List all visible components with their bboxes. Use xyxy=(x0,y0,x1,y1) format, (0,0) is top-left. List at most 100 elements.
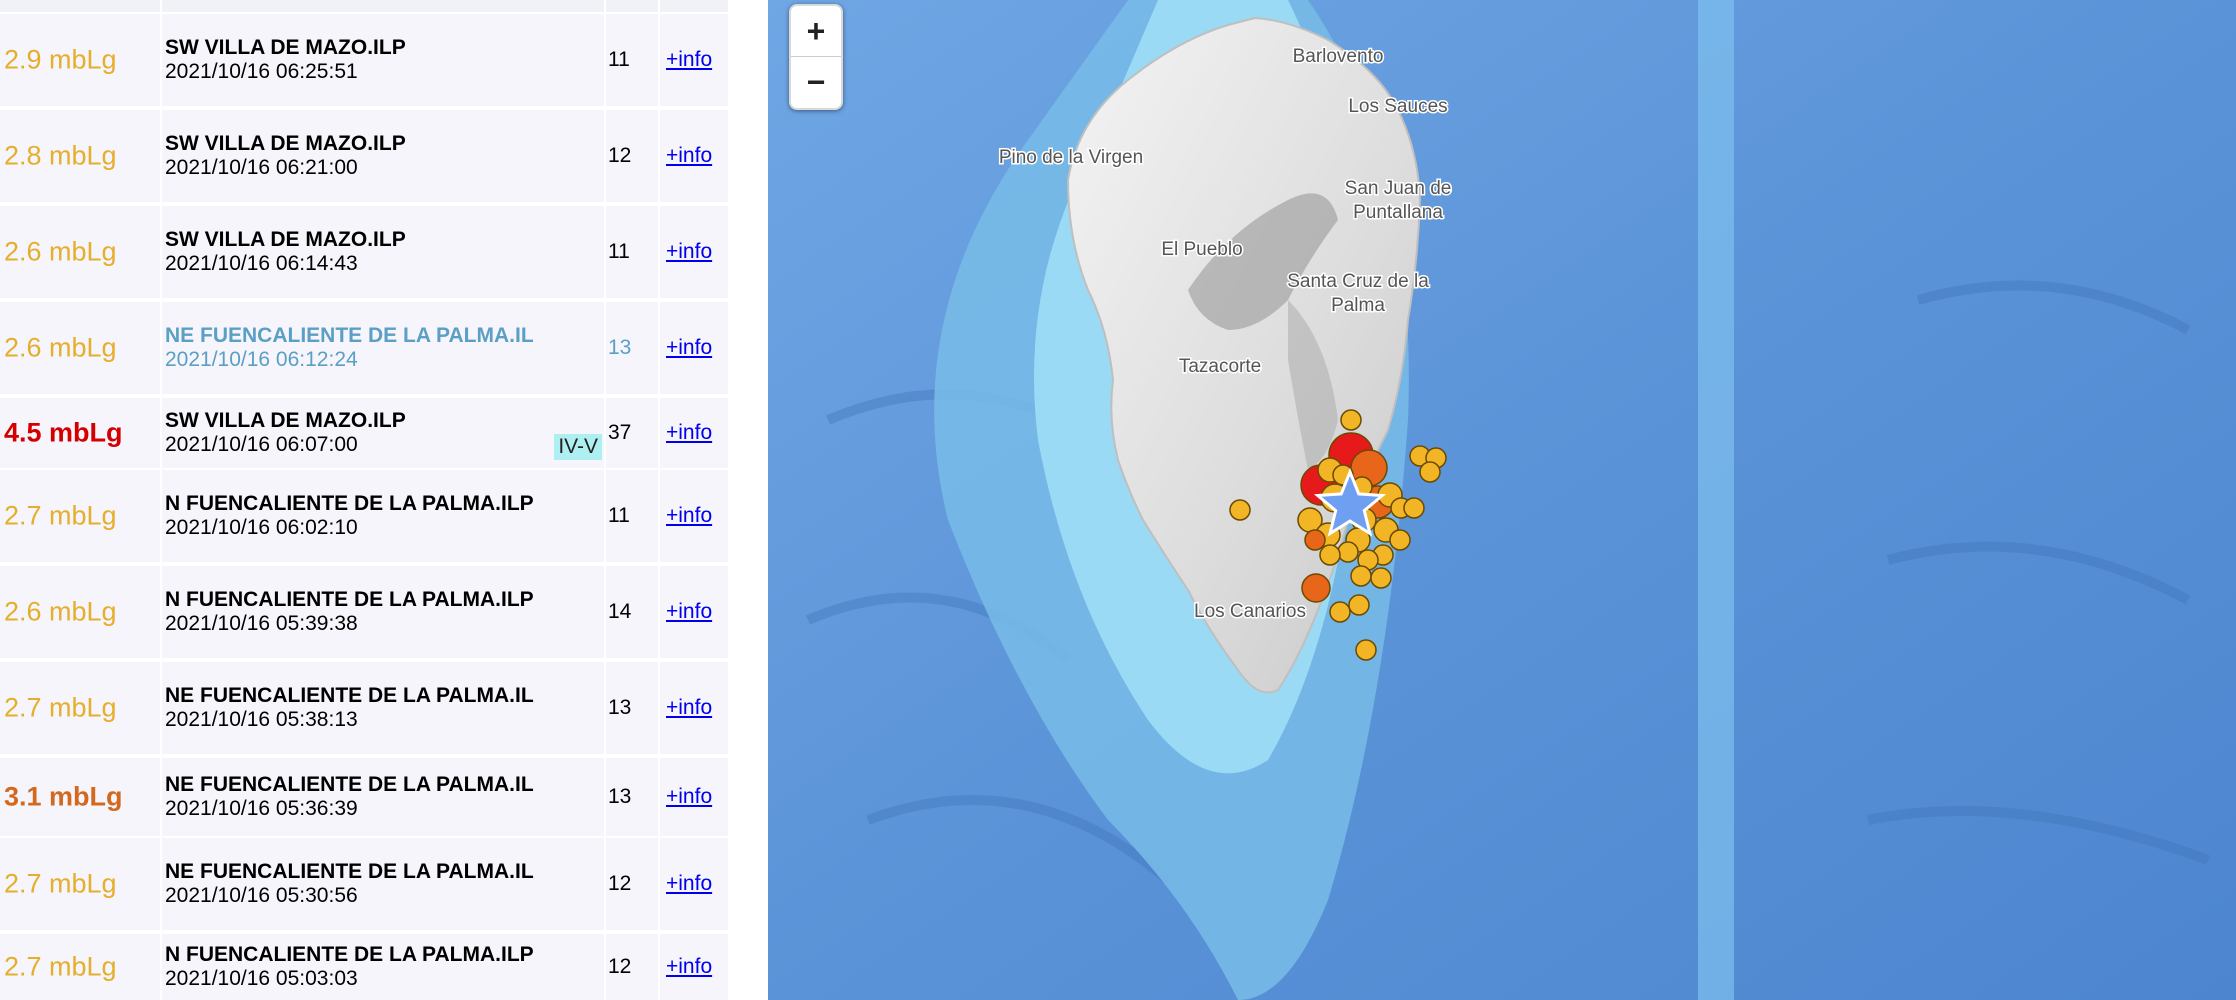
station-count: 12 xyxy=(608,872,632,895)
station-count: 14 xyxy=(608,600,632,623)
quake-row: 2.6 mbLg N FUENCALIENTE DE LA PALMA.ILP 20… xyxy=(0,566,728,658)
station-count: 13 xyxy=(608,785,632,808)
map-view[interactable]: Barlovento Los Sauces Pino de la Virgen San… xyxy=(768,0,2236,1000)
magnitude-value: 2.6 mbLg xyxy=(4,236,117,267)
location-name: N FUENCALIENTE DE LA PALMA.ILP xyxy=(165,943,534,966)
magnitude-value: 2.7 mbLg xyxy=(4,500,117,531)
location-cell: SW VILLA DE MAZO.ILP 2021/10/16 06:07:00 I… xyxy=(162,398,604,468)
magnitude-cell: 2.6 mbLg xyxy=(0,206,160,298)
location-name: N FUENCALIENTE DE LA PALMA.ILP xyxy=(165,588,534,611)
place-label-san-juan-1: San Juan de xyxy=(1345,178,1452,199)
earthquake-list: 2.9 mbLg SW VILLA DE MAZO.ILP 2021/10/16 0… xyxy=(0,0,728,1000)
earthquake-marker[interactable] xyxy=(1319,544,1341,566)
earthquake-marker[interactable] xyxy=(1355,639,1377,661)
magnitude-cell: 2.7 mbLg xyxy=(0,662,160,754)
quake-row: 3.1 mbLg NE FUENCALIENTE DE LA PALMA.IL 20… xyxy=(0,758,728,836)
earthquake-marker[interactable] xyxy=(1403,497,1425,519)
station-count-cell: 14 xyxy=(606,566,658,658)
magnitude-cell: 2.6 mbLg xyxy=(0,566,160,658)
info-cell: +info xyxy=(660,838,728,930)
quake-row: 2.7 mbLg N FUENCALIENTE DE LA PALMA.ILP 20… xyxy=(0,470,728,562)
earthquake-marker[interactable] xyxy=(1337,541,1359,563)
magnitude-cell: 3.1 mbLg xyxy=(0,758,160,836)
info-link[interactable]: +info xyxy=(666,955,712,979)
earthquake-marker[interactable] xyxy=(1419,461,1441,483)
magnitude-cell: 2.9 mbLg xyxy=(0,14,160,106)
location-name: SW VILLA DE MAZO.ILP xyxy=(165,36,406,59)
station-count: 13 xyxy=(608,336,632,359)
magnitude-value: 2.6 mbLg xyxy=(4,332,117,363)
info-link[interactable]: +info xyxy=(666,144,712,168)
location-name: NE FUENCALIENTE DE LA PALMA.IL xyxy=(165,860,534,883)
magnitude-value: 2.9 mbLg xyxy=(4,44,117,75)
earthquake-marker[interactable] xyxy=(1304,529,1326,551)
station-count-cell: 13 xyxy=(606,758,658,836)
location-name: SW VILLA DE MAZO.ILP xyxy=(165,132,406,155)
quake-row: 2.8 mbLg SW VILLA DE MAZO.ILP 2021/10/16 0… xyxy=(0,110,728,202)
intensity-badge: IV-V xyxy=(554,434,602,460)
event-datetime: 2021/10/16 06:07:00 xyxy=(165,433,358,456)
event-datetime: 2021/10/16 06:02:10 xyxy=(165,516,358,539)
earthquake-marker[interactable] xyxy=(1301,573,1331,603)
magnitude-cell: 2.7 mbLg xyxy=(0,838,160,930)
event-datetime: 2021/10/16 05:30:56 xyxy=(165,884,358,907)
quake-row: 2.7 mbLg NE FUENCALIENTE DE LA PALMA.IL 20… xyxy=(0,662,728,754)
magnitude-cell: 4.5 mbLg xyxy=(0,398,160,468)
location-name: SW VILLA DE MAZO.ILP xyxy=(165,409,406,432)
info-link[interactable]: +info xyxy=(666,421,712,445)
info-cell: +info xyxy=(660,566,728,658)
quake-row: 2.9 mbLg SW VILLA DE MAZO.ILP 2021/10/16 0… xyxy=(0,14,728,106)
place-label-santa-cruz-2: Palma xyxy=(1331,295,1385,316)
location-name: NE FUENCALIENTE DE LA PALMA.IL xyxy=(165,324,534,347)
magnitude-value: 2.6 mbLg xyxy=(4,596,117,627)
info-link[interactable]: +info xyxy=(666,336,712,360)
event-datetime: 2021/10/16 05:39:38 xyxy=(165,612,358,635)
earthquake-marker[interactable] xyxy=(1229,499,1251,521)
earthquake-marker[interactable] xyxy=(1350,565,1372,587)
place-label-el-pueblo: El Pueblo xyxy=(1161,239,1242,260)
earthquake-marker[interactable] xyxy=(1370,567,1392,589)
info-link[interactable]: +info xyxy=(666,785,712,809)
info-cell: +info xyxy=(660,110,728,202)
zoom-in-button[interactable]: + xyxy=(791,6,841,57)
info-cell: +info xyxy=(660,302,728,394)
info-link[interactable]: +info xyxy=(666,696,712,720)
magnitude-cell: 2.7 mbLg xyxy=(0,470,160,562)
earthquake-marker[interactable] xyxy=(1348,594,1370,616)
info-link[interactable]: +info xyxy=(666,240,712,264)
station-count-cell: 12 xyxy=(606,110,658,202)
station-count: 11 xyxy=(608,504,630,527)
earthquake-marker[interactable] xyxy=(1340,409,1362,431)
station-count: 12 xyxy=(608,955,632,978)
magnitude-value: 4.5 mbLg xyxy=(4,417,123,448)
location-cell: SW VILLA DE MAZO.ILP 2021/10/16 06:14:43 xyxy=(162,206,604,298)
event-datetime: 2021/10/16 06:12:24 xyxy=(165,348,358,371)
magnitude-value: 2.8 mbLg xyxy=(4,140,117,171)
earthquake-marker[interactable] xyxy=(1389,529,1411,551)
event-datetime: 2021/10/16 06:21:00 xyxy=(165,156,358,179)
info-link[interactable]: +info xyxy=(666,600,712,624)
place-label-barlovento: Barlovento xyxy=(1293,46,1384,67)
magnitude-value: 2.7 mbLg xyxy=(4,951,117,982)
station-count-cell: 11 xyxy=(606,14,658,106)
location-name: N FUENCALIENTE DE LA PALMA.ILP xyxy=(165,492,534,515)
station-count-cell: 13 xyxy=(606,302,658,394)
location-name: NE FUENCALIENTE DE LA PALMA.IL xyxy=(165,684,534,707)
place-label-santa-cruz-1: Santa Cruz de la xyxy=(1287,271,1429,292)
info-cell: +info xyxy=(660,206,728,298)
station-count-cell: 12 xyxy=(606,838,658,930)
event-datetime: 2021/10/16 06:25:51 xyxy=(165,60,358,83)
location-cell: NE FUENCALIENTE DE LA PALMA.IL 2021/10/16… xyxy=(162,758,604,836)
info-link[interactable]: +info xyxy=(666,504,712,528)
location-name: SW VILLA DE MAZO.ILP xyxy=(165,228,406,251)
info-link[interactable]: +info xyxy=(666,872,712,896)
info-link[interactable]: +info xyxy=(666,48,712,72)
event-datetime: 2021/10/16 05:03:03 xyxy=(165,967,358,990)
station-count-cell: 13 xyxy=(606,662,658,754)
earthquake-marker[interactable] xyxy=(1329,601,1351,623)
station-count: 12 xyxy=(608,144,632,167)
list-top-edge xyxy=(0,0,728,12)
map-canvas[interactable]: Barlovento Los Sauces Pino de la Virgen San… xyxy=(768,0,2236,1000)
zoom-out-button[interactable]: − xyxy=(791,57,841,107)
location-cell: NE FUENCALIENTE DE LA PALMA.IL 2021/10/16… xyxy=(162,838,604,930)
